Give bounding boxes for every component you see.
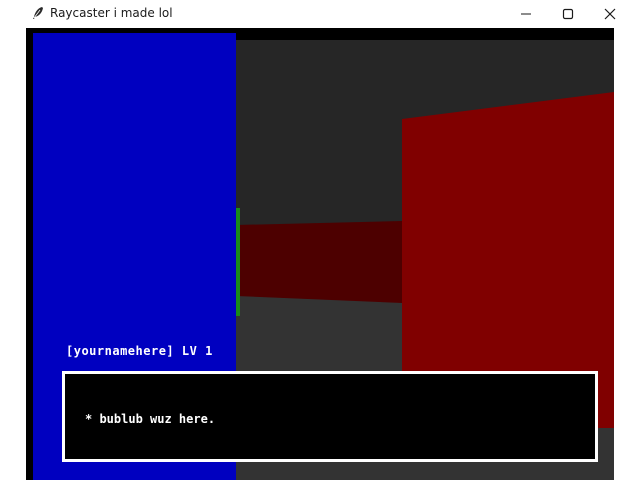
window-left-margin (0, 28, 26, 480)
window-title: Raycaster i made lol (50, 6, 173, 20)
minimize-icon (521, 13, 531, 15)
maximize-icon (562, 8, 574, 20)
player-name: [yournamehere] (66, 344, 175, 358)
minimize-button[interactable] (506, 0, 546, 28)
title-bar[interactable]: Raycaster i made lol (0, 0, 640, 28)
left-shadow (26, 33, 33, 480)
close-icon (604, 8, 616, 20)
close-button[interactable] (590, 0, 630, 28)
dialog-text: * bublub wuz here. (85, 412, 216, 426)
top-border (26, 28, 614, 33)
player-status: [yournamehere] LV 1 (66, 344, 213, 358)
level-label: LV (181, 344, 198, 358)
dialog-box[interactable]: * bublub wuz here. (62, 371, 598, 462)
maximize-button[interactable] (548, 0, 588, 28)
feather-icon (30, 5, 46, 21)
level-value: 1 (205, 344, 213, 358)
far-red-wall (236, 221, 402, 303)
window-right-margin (614, 28, 640, 480)
game-viewport[interactable]: [yournamehere] LV 1 * bublub wuz here. (26, 28, 614, 480)
